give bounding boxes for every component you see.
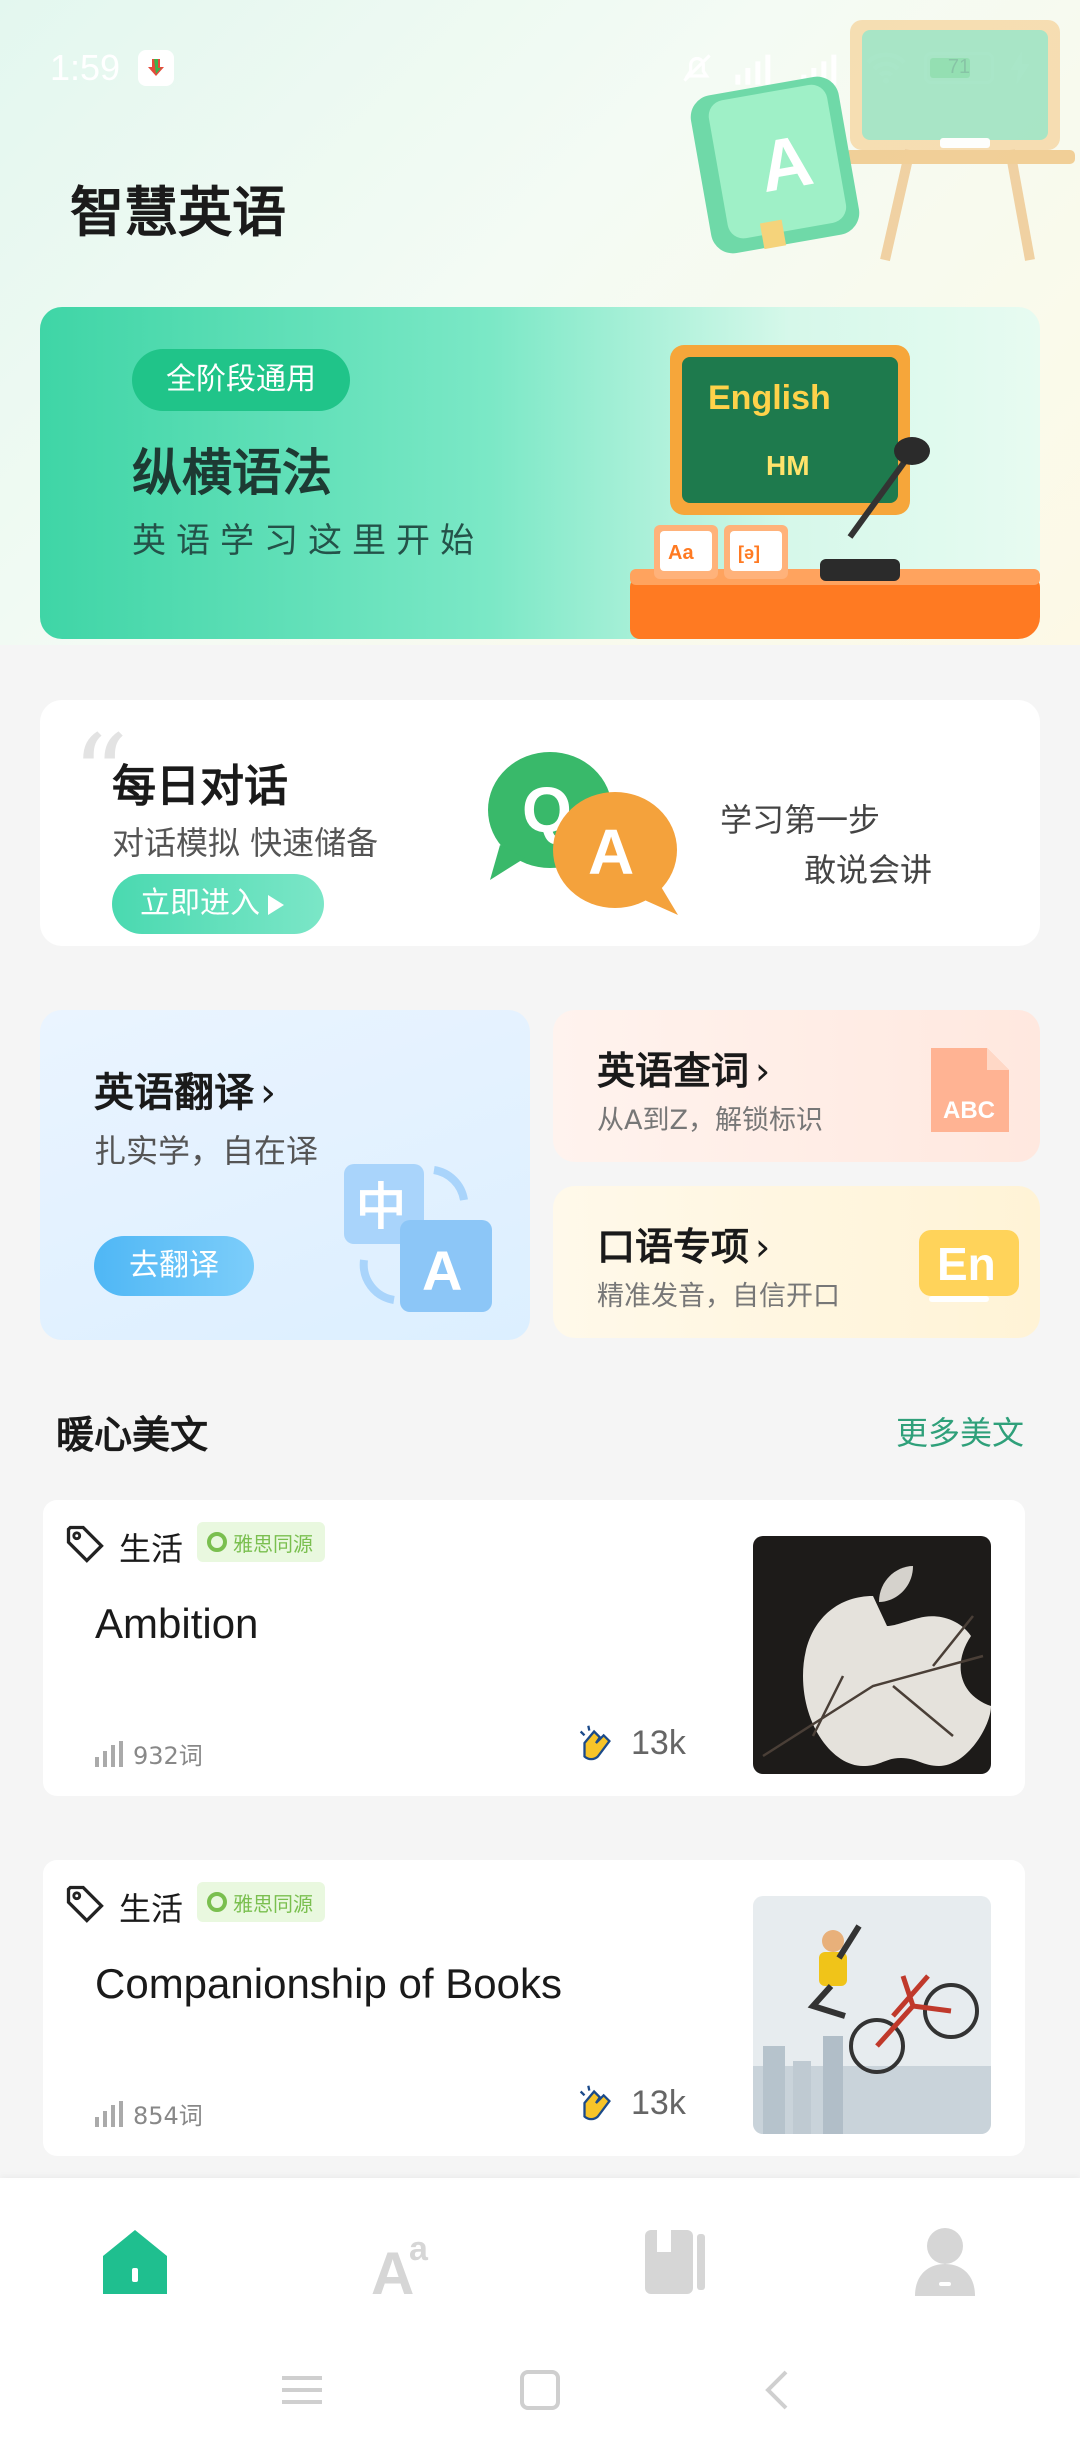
home-nav-icon[interactable] [510,2360,570,2420]
status-time: 1:59 [50,46,121,88]
translate-icon: 中 A [344,1164,492,1312]
article-title: Ambition [95,1600,259,1647]
daily-step-line1: 学习第一步 [720,801,881,839]
qa-bubble-icon: Q A [488,752,678,915]
article-title: Companionship of Books [95,1960,562,2007]
tag-icon [66,1525,104,1563]
enter-now-button[interactable]: 立即进入 [112,874,324,934]
svg-text:中: 中 [356,1178,406,1236]
article-likes[interactable]: 13k [573,1720,686,1766]
translate-subtitle: 扎实学，自在译 [94,1132,319,1170]
download-app-icon [138,49,175,86]
svg-text:En: En [937,1238,996,1290]
article-word-count: 854词 [95,2096,203,2131]
banner-title: 纵横语法 [132,444,332,502]
section-title: 暖心美文 [56,1413,209,1457]
daily-step-line2: 敢说会讲 [804,851,933,889]
difficulty-icon [95,1740,123,1767]
speaking-title: 口语专项 › [597,1225,771,1269]
daily-dialog-subtitle: 对话模拟 快速储备 [112,824,379,862]
clap-icon [579,1725,611,1761]
article-thumbnail [753,1896,991,2134]
chalkboard-illustration: English HM Aa [ə] [630,345,1040,639]
speaking-card[interactable]: 口语专项 › 精准发音，自信开口 En [553,1186,1040,1338]
chevron-right-icon: › [755,1049,771,1093]
enter-now-label: 立即进入 [140,886,260,921]
ielts-badge: 雅思同源 [197,1522,325,1562]
word-lookup-card[interactable]: 英语查词 › 从A到Z，解锁标识 ABC [553,1010,1040,1162]
banner-subtitle: 英语学习这里开始 [132,521,484,561]
app-title: 智慧英语 [70,181,286,244]
banner-tag: 全阶段通用 [132,349,350,411]
menu-icon[interactable] [272,2360,332,2420]
speaking-subtitle: 精准发音，自信开口 [597,1281,840,1312]
play-icon [268,894,284,915]
daily-dialog-card[interactable]: “ 每日对话 对话模拟 快速储备 立即进入 Q A 学习第一步 敢说会讲 [40,700,1040,946]
article-card[interactable]: 生活 雅思同源 Companionship of Books 854词 13k [43,1860,1025,2156]
article-likes[interactable]: 13k [573,2080,686,2126]
board-english-text: English [708,379,831,417]
back-icon[interactable] [748,2360,808,2420]
en-bubble-icon: En [919,1230,1019,1302]
svg-text:a: a [409,2230,429,2268]
svg-text:A: A [422,1239,462,1302]
article-category: 生活 [119,1530,184,1568]
word-lookup-subtitle: 从A到Z，解锁标识 [597,1105,823,1136]
translate-title: 英语翻译 › [94,1070,276,1116]
article-card[interactable]: 生活 雅思同源 Ambition 932词 13k [43,1500,1025,1796]
home-icon[interactable] [95,2222,175,2302]
board-hm-text: HM [766,450,810,481]
header-illustration: A [690,20,1075,262]
difficulty-icon [95,2100,123,2127]
svg-text:[ə]: [ə] [738,543,760,563]
profile-icon[interactable] [905,2222,985,2302]
clap-icon [579,2085,611,2121]
vocabulary-icon[interactable]: A a [365,2222,445,2302]
book-icon[interactable] [635,2222,715,2302]
article-word-count: 932词 [95,1736,203,1771]
more-articles-link[interactable]: 更多美文 [896,1408,1024,1454]
chevron-right-icon: › [260,1070,276,1116]
abc-file-icon: ABC [931,1048,1009,1132]
daily-dialog-title: 每日对话 [112,761,288,812]
go-translate-button[interactable]: 去翻译 [94,1236,254,1296]
svg-text:A: A [371,2240,414,2302]
article-thumbnail [753,1536,991,1774]
tag-icon [66,1885,104,1923]
translate-card[interactable]: 英语翻译 › 扎实学，自在译 去翻译 中 A [40,1010,530,1340]
svg-text:A: A [588,816,634,888]
grammar-banner[interactable]: 全阶段通用 纵横语法 英语学习这里开始 English HM Aa [ə] [40,307,1040,639]
article-category: 生活 [119,1890,184,1928]
chevron-right-icon: › [755,1225,771,1269]
svg-text:ABC: ABC [943,1097,995,1124]
svg-text:Aa: Aa [668,542,694,564]
word-lookup-title: 英语查词 › [597,1049,771,1093]
ielts-badge: 雅思同源 [197,1882,325,1922]
